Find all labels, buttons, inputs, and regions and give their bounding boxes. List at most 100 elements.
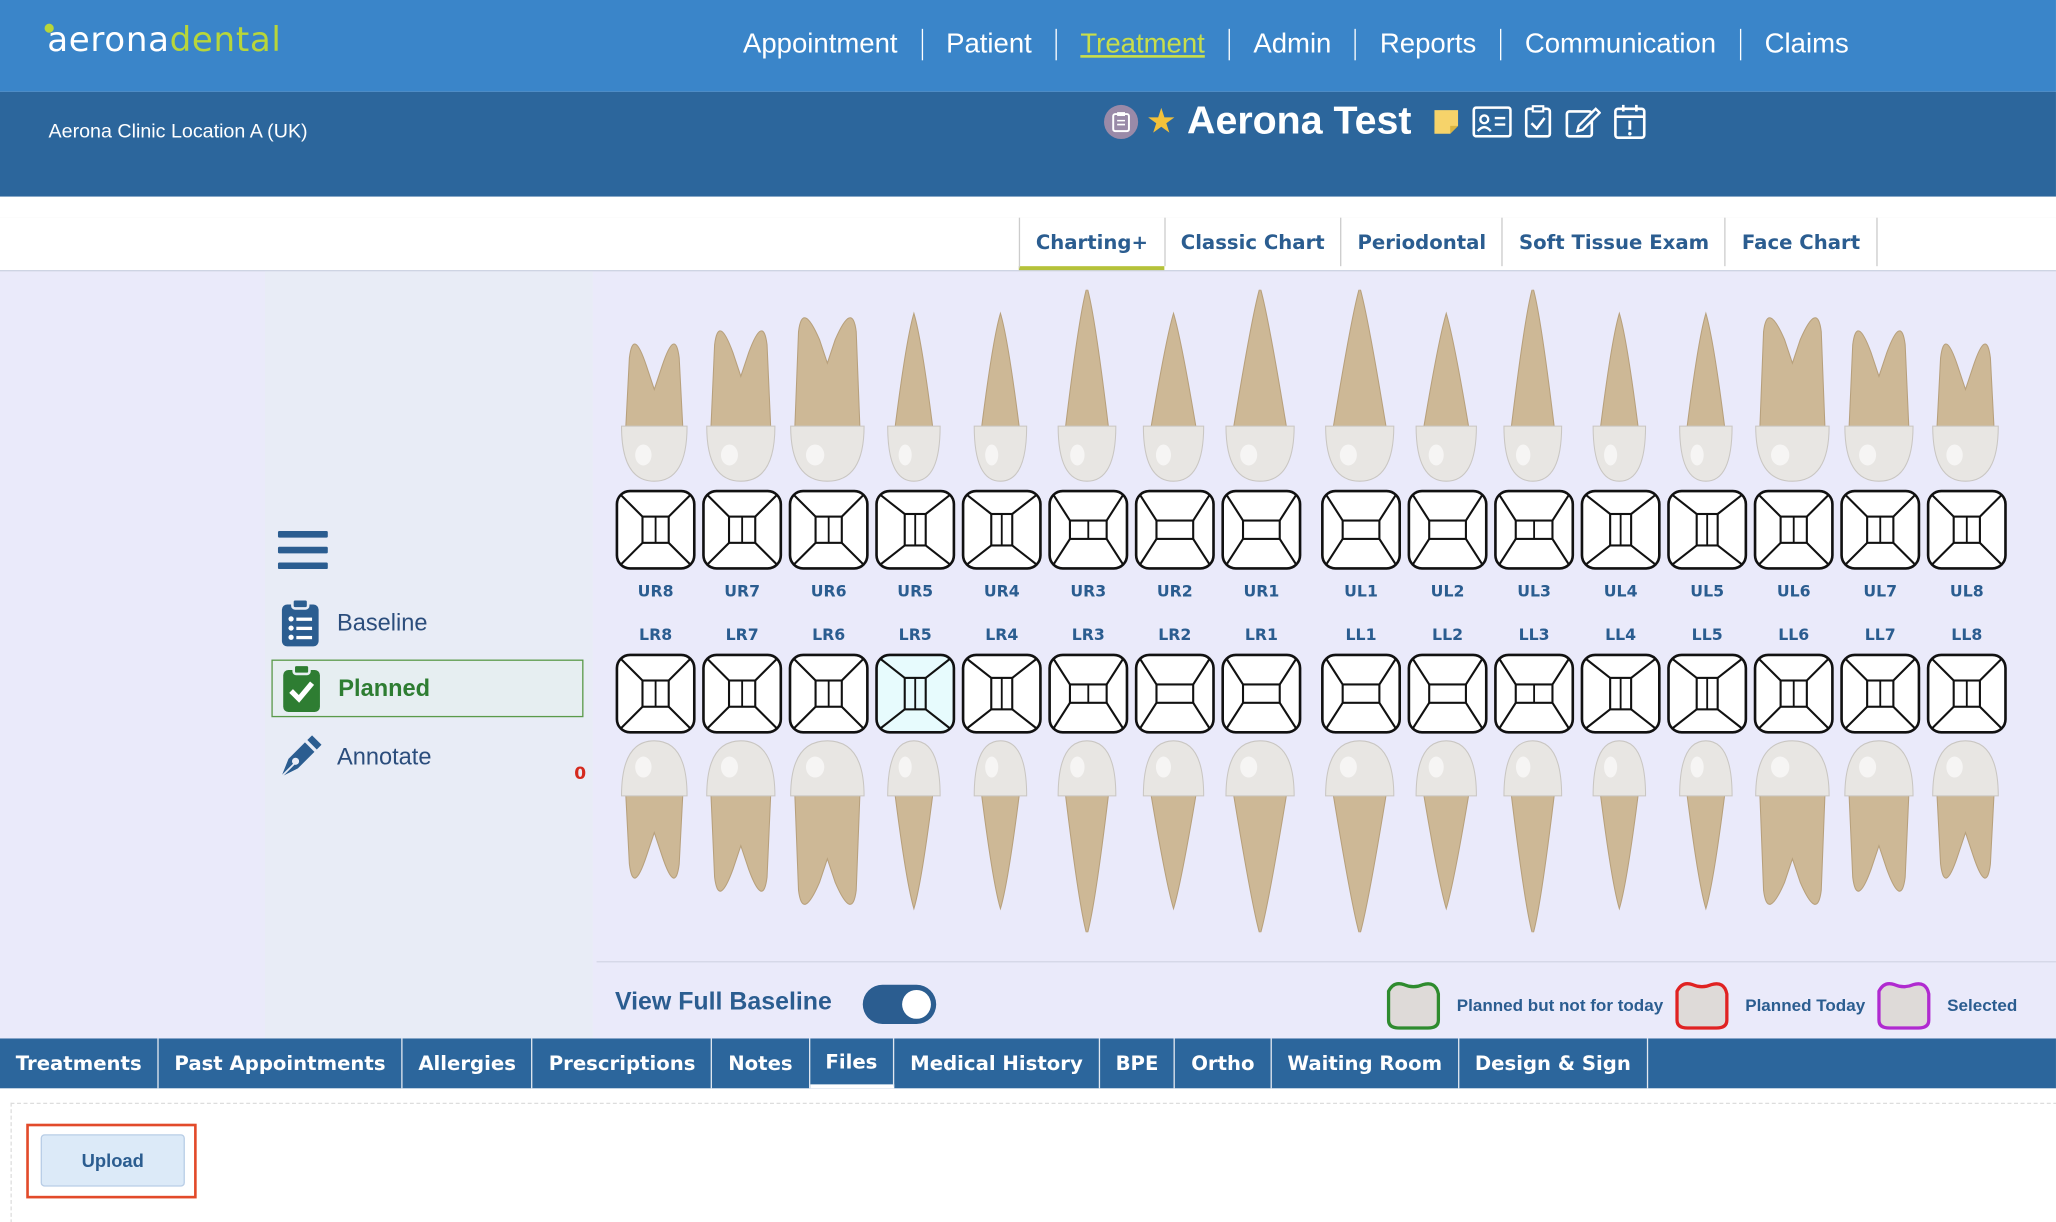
tab-charting[interactable]: Charting+	[1018, 217, 1164, 271]
nav-claims[interactable]: Claims	[1741, 29, 1872, 60]
tab-design-sign[interactable]: Design & Sign	[1459, 1038, 1648, 1089]
mode-planned[interactable]: Planned	[271, 659, 584, 718]
nav-admin[interactable]: Admin	[1230, 28, 1357, 61]
nav-reports[interactable]: Reports	[1356, 28, 1502, 61]
lower-tooth-image[interactable]	[1491, 736, 1575, 938]
tab-files[interactable]: Files	[809, 1038, 895, 1089]
tab-face-chart[interactable]: Face Chart	[1724, 217, 1878, 267]
lower-tooth-image[interactable]	[785, 736, 869, 938]
clipboard-check-icon[interactable]	[1524, 105, 1553, 139]
upper-tooth-image[interactable]	[1045, 285, 1129, 492]
upper-tooth-image[interactable]	[612, 290, 696, 492]
nav-treatment[interactable]: Treatment	[1057, 28, 1230, 61]
nav-communication[interactable]: Communication	[1501, 28, 1742, 61]
tab-past-appointments[interactable]: Past Appointments	[159, 1038, 403, 1089]
lower-tooth-image[interactable]	[699, 736, 783, 938]
tooth-surface-grid-ul2[interactable]	[1407, 489, 1488, 570]
tooth-surface-grid-ll3[interactable]	[1493, 653, 1575, 734]
nav-appointment[interactable]: Appointment	[719, 28, 923, 61]
lower-tooth-image[interactable]	[1045, 736, 1129, 938]
lower-tooth-image[interactable]	[1404, 736, 1488, 938]
tooth-surface-grid-ul1[interactable]	[1320, 489, 1402, 570]
tab-ortho[interactable]: Ortho	[1175, 1038, 1272, 1089]
clipboard-badge-icon[interactable]	[1104, 104, 1139, 139]
lower-tooth-image[interactable]	[1750, 736, 1834, 938]
mode-baseline[interactable]: Baseline	[271, 594, 583, 652]
upper-tooth-image[interactable]	[1750, 290, 1834, 492]
tooth-surface-grid-ur6[interactable]	[788, 489, 869, 570]
tab-bpe[interactable]: BPE	[1100, 1038, 1176, 1089]
nav-patient[interactable]: Patient	[922, 28, 1057, 61]
tooth-surface-grid-ul7[interactable]	[1840, 489, 1921, 570]
tooth-surface-grid-ul6[interactable]	[1753, 489, 1834, 570]
tooth-surface-grid-lr8[interactable]	[615, 653, 696, 734]
upper-tooth-image[interactable]	[785, 290, 869, 492]
tooth-surface-grid-lr2[interactable]	[1134, 653, 1215, 734]
upper-tooth-image[interactable]	[1664, 290, 1748, 492]
tab-medical-history[interactable]: Medical History	[894, 1038, 1100, 1089]
upper-tooth-image[interactable]	[1491, 285, 1575, 492]
hamburger-menu-icon[interactable]	[277, 531, 328, 576]
tooth-surface-grid-lr4[interactable]	[961, 653, 1042, 734]
upper-tooth-image[interactable]	[1404, 290, 1488, 492]
lower-tooth-image[interactable]	[1924, 736, 2008, 938]
upper-tooth-image[interactable]	[872, 290, 956, 492]
tooth-surface-grid-ll6[interactable]	[1753, 653, 1834, 734]
tooth-surface-grid-ur3[interactable]	[1048, 489, 1129, 570]
aerona-dental-logo[interactable]: aeronadental	[44, 21, 281, 60]
tab-allergies[interactable]: Allergies	[403, 1038, 533, 1089]
tooth-surface-grid-ll8[interactable]	[1926, 653, 2007, 734]
tab-soft-tissue-exam[interactable]: Soft Tissue Exam	[1501, 217, 1725, 267]
tab-treatments[interactable]: Treatments	[0, 1038, 159, 1089]
lower-tooth-image[interactable]	[1837, 736, 1921, 938]
tooth-surface-grid-ul5[interactable]	[1667, 489, 1748, 570]
lower-tooth-image[interactable]	[1132, 736, 1216, 938]
upper-tooth-image[interactable]	[1577, 290, 1661, 492]
lower-tooth-image[interactable]	[872, 736, 956, 938]
edit-icon[interactable]	[1565, 105, 1602, 139]
tooth-surface-grid-ul4[interactable]	[1580, 489, 1661, 570]
tooth-surface-grid-ll5[interactable]	[1667, 653, 1748, 734]
view-full-baseline-toggle[interactable]	[862, 984, 937, 1025]
tooth-surface-grid-lr6[interactable]	[788, 653, 869, 734]
tooth-surface-grid-ur7[interactable]	[701, 489, 783, 570]
lower-tooth-image[interactable]	[958, 736, 1042, 938]
upper-tooth-image[interactable]	[1218, 285, 1302, 492]
tooth-surface-grid-ll1[interactable]	[1320, 653, 1402, 734]
tooth-surface-grid-lr7[interactable]	[701, 653, 783, 734]
tab-periodontal[interactable]: Periodontal	[1340, 217, 1502, 267]
upload-button[interactable]: Upload	[40, 1134, 185, 1187]
tab-classic-chart[interactable]: Classic Chart	[1163, 217, 1341, 267]
id-card-icon[interactable]	[1473, 106, 1513, 138]
lower-tooth-image[interactable]	[1577, 736, 1661, 938]
lower-tooth-image[interactable]	[1218, 736, 1302, 938]
tooth-surface-grid-lr1[interactable]	[1221, 653, 1302, 734]
upper-tooth-image[interactable]	[1837, 290, 1921, 492]
lower-tooth-image[interactable]	[1318, 736, 1402, 938]
tab-waiting-room[interactable]: Waiting Room	[1272, 1038, 1460, 1089]
tooth-surface-grid-ll4[interactable]	[1580, 653, 1661, 734]
tooth-surface-grid-ul3[interactable]	[1493, 489, 1575, 570]
tooth-surface-grid-ur5[interactable]	[875, 489, 956, 570]
upper-tooth-image[interactable]	[1924, 290, 2008, 492]
calendar-alert-icon[interactable]	[1613, 104, 1647, 141]
tooth-surface-grid-ur4[interactable]	[961, 489, 1042, 570]
tooth-surface-grid-ur1[interactable]	[1221, 489, 1302, 570]
tooth-surface-grid-ll2[interactable]	[1407, 653, 1488, 734]
upper-tooth-image[interactable]	[1132, 290, 1216, 492]
tab-prescriptions[interactable]: Prescriptions	[533, 1038, 713, 1089]
upper-tooth-image[interactable]	[958, 290, 1042, 492]
tooth-surface-grid-ll7[interactable]	[1840, 653, 1921, 734]
star-icon[interactable]: ★	[1146, 105, 1177, 139]
tooth-surface-grid-ul8[interactable]	[1926, 489, 2007, 570]
tooth-surface-grid-lr5[interactable]	[875, 653, 956, 734]
tooth-surface-grid-lr3[interactable]	[1048, 653, 1129, 734]
upper-tooth-image[interactable]	[699, 290, 783, 492]
upper-tooth-image[interactable]	[1318, 285, 1402, 492]
sticky-note-icon[interactable]	[1432, 108, 1461, 137]
lower-tooth-image[interactable]	[1664, 736, 1748, 938]
lower-tooth-image[interactable]	[612, 736, 696, 938]
mode-annotate[interactable]: Annotate	[271, 728, 583, 786]
tab-notes[interactable]: Notes	[712, 1038, 810, 1089]
tooth-surface-grid-ur2[interactable]	[1134, 489, 1215, 570]
